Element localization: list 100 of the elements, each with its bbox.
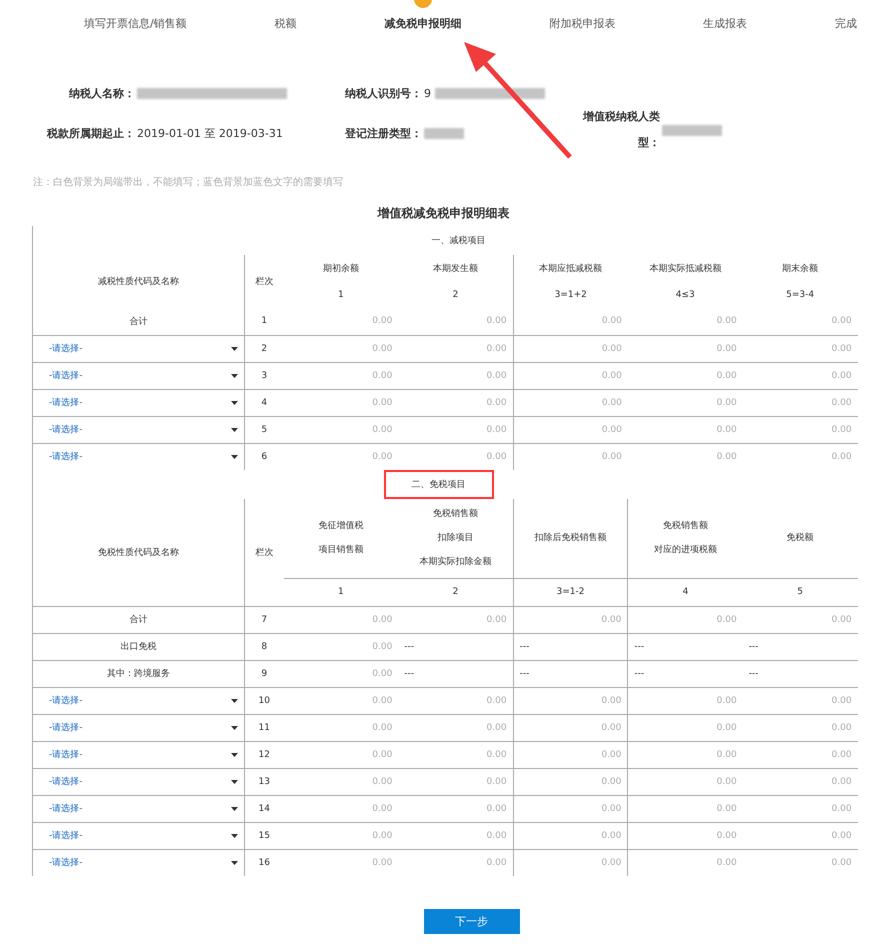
line-number: 13: [244, 768, 284, 795]
section-title: 一、减税项目: [430, 234, 486, 248]
column-number: 4: [628, 578, 743, 606]
amount-value: 0.00: [486, 858, 507, 868]
step-label[interactable]: 税额: [274, 16, 297, 44]
line-number: 7: [244, 606, 284, 633]
nature-select[interactable]: -请选择-: [39, 856, 238, 870]
amount-value: 0.00: [716, 830, 737, 840]
amount-value: 0.00: [372, 804, 392, 814]
column-header: 本期发生额: [432, 264, 478, 274]
amount-value: 0.00: [486, 424, 507, 434]
caret-icon: [231, 834, 238, 838]
amount-value: 0.00: [716, 398, 737, 408]
column-number: 5=3-4: [786, 290, 814, 300]
caret-icon: [231, 374, 238, 378]
column-header: 本期应抵减税额: [539, 264, 602, 274]
column-header: 免税销售额 扣除项目 本期实际扣除金额: [419, 509, 492, 568]
step-label[interactable]: 填写开票信息/销售额: [84, 16, 187, 44]
amount-value: 0.00: [372, 830, 392, 840]
step-label[interactable]: 完成: [834, 16, 857, 44]
amount-value: 0.00: [486, 344, 507, 354]
column-number: 4≤3: [676, 290, 695, 300]
column-header: 扣除后免税销售额: [534, 533, 606, 544]
column-header: 免征增值税 项目销售额: [318, 521, 364, 556]
amount-value: 0.00: [602, 370, 622, 380]
field-value: 2019-01-01 至 2019-03-31: [137, 126, 283, 140]
line-number: 11: [244, 714, 284, 741]
amount-value: 0.00: [832, 316, 852, 326]
field-label: 纳税人名称：: [68, 86, 135, 100]
amount-value: 0.00: [716, 452, 737, 462]
caret-icon: [231, 400, 238, 404]
column-number: 2: [452, 290, 458, 300]
amount-value: 0.00: [716, 370, 737, 380]
row-label: 合计: [130, 316, 148, 327]
amount-value: 0.00: [601, 722, 622, 732]
amount-value: 0.00: [832, 830, 852, 840]
next-button[interactable]: 下一步: [424, 909, 520, 934]
amount-value: 0.00: [372, 858, 392, 868]
not-applicable: ---: [404, 642, 414, 652]
column-header: 栏次: [244, 499, 284, 606]
amount-value: 0.00: [486, 722, 507, 732]
amount-value: 0.00: [372, 614, 392, 624]
amount-value: 0.00: [601, 614, 622, 624]
amount-value: 0.00: [372, 722, 392, 732]
line-number: 10: [244, 687, 284, 714]
amount-value: 0.00: [372, 642, 392, 652]
caret-icon: [231, 860, 238, 865]
field-label: 税款所属期起止：: [46, 126, 135, 140]
section-title: 二、免税项目: [384, 470, 494, 499]
field-label: 登记注册类型：: [344, 126, 422, 140]
caret-icon: [231, 454, 238, 459]
line-number: 12: [244, 741, 284, 768]
amount-value: 0.00: [601, 750, 622, 760]
line-number: 9: [244, 660, 284, 687]
not-applicable: ---: [748, 642, 758, 652]
step-label[interactable]: 附加税申报表: [549, 16, 616, 44]
row-label: 出口免税: [120, 642, 156, 652]
amount-value: 0.00: [832, 696, 852, 706]
column-number: 5: [742, 578, 858, 606]
amount-value: 0.00: [372, 668, 392, 678]
amount-value: 0.00: [372, 696, 392, 706]
amount-value: 0.00: [602, 316, 622, 326]
line-number: 2: [244, 335, 284, 362]
amount-value: 0.00: [372, 398, 392, 408]
step-label[interactable]: 生成报表: [703, 16, 748, 44]
amount-value: 0.00: [602, 344, 622, 354]
field-label: 纳税人识别号：: [344, 86, 422, 100]
amount-value: 0.00: [716, 696, 737, 706]
column-header: 期末余额: [782, 264, 818, 274]
column-header: 免税销售额 对应的进项税额: [654, 521, 718, 556]
amount-value: 0.00: [486, 750, 507, 760]
line-number: 16: [244, 849, 284, 876]
caret-icon: [231, 752, 238, 756]
column-number: 3=1-2: [513, 578, 628, 606]
amount-value: 0.00: [372, 344, 392, 354]
amount-value: 0.00: [602, 398, 622, 408]
amount-value: 0.00: [486, 804, 507, 814]
field-label: 增值税纳税人类型：: [582, 109, 660, 151]
not-applicable: ---: [404, 668, 414, 678]
amount-value: 0.00: [716, 776, 737, 786]
column-header: 栏次: [244, 255, 284, 308]
not-applicable: ---: [520, 642, 530, 652]
line-number: 1: [244, 308, 284, 335]
amount-value: 0.00: [716, 750, 737, 760]
step-label[interactable]: 减免税申报明细: [384, 16, 462, 44]
amount-value: 0.00: [601, 776, 622, 786]
amount-value: 0.00: [716, 858, 737, 868]
amount-value: 0.00: [601, 830, 622, 840]
amount-value: 0.00: [486, 370, 507, 380]
amount-value: 0.00: [716, 614, 737, 624]
amount-value: 0.00: [832, 858, 852, 868]
amount-value: 0.00: [602, 424, 622, 434]
nature-select[interactable]: -请选择-: [39, 450, 238, 464]
caret-icon: [231, 698, 238, 702]
column-header: 期初余额: [322, 264, 359, 274]
caret-icon: [231, 726, 238, 730]
column-number: 2: [398, 578, 514, 606]
amount-value: 0.00: [716, 804, 737, 814]
amount-value: 0.00: [716, 344, 737, 354]
amount-value: 0.00: [716, 722, 737, 732]
